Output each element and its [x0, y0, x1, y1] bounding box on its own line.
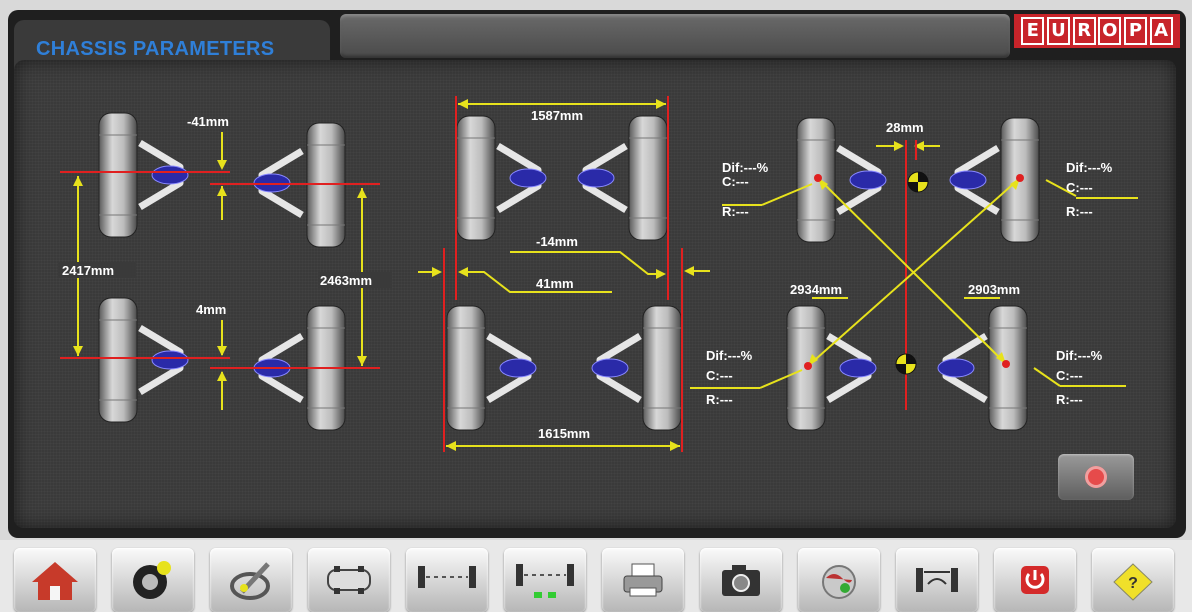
- sensor-icon: [578, 146, 626, 210]
- help-icon: ?: [1113, 563, 1153, 601]
- printer-icon: [623, 563, 663, 597]
- home-icon: [32, 562, 78, 600]
- front-right-r: R:---: [1066, 204, 1093, 219]
- tire-icon: [642, 305, 682, 431]
- tire-icon: [628, 115, 668, 241]
- sensor-icon: [938, 336, 986, 400]
- axle-offset: 28mm: [886, 120, 924, 135]
- power-button[interactable]: [994, 548, 1076, 612]
- sensor-icon: [140, 328, 188, 392]
- diagonal-right: 2903mm: [968, 282, 1020, 297]
- front-left-c: C:---: [722, 174, 749, 189]
- center-rear-offset: 41mm: [536, 276, 574, 291]
- left-wheelbase: 2417mm: [62, 263, 114, 278]
- rear-left-dif: Dif:---%: [706, 348, 753, 363]
- rear-right-dif: Dif:---%: [1056, 348, 1103, 363]
- sensor-icon: [140, 143, 188, 207]
- help-button[interactable]: ?: [1092, 548, 1174, 612]
- left-front-offset: -41mm: [187, 114, 229, 129]
- print-button[interactable]: [602, 548, 684, 612]
- tire-icon: [98, 297, 138, 423]
- right-wheelbase: 2463mm: [320, 273, 372, 288]
- right-diagonal-view: 28mm 2934mm 2903mm Dif:---% C:--- R:--- …: [690, 117, 1138, 431]
- target-icon: [895, 353, 917, 375]
- target-icon: [907, 171, 929, 193]
- tire-icon: [988, 305, 1028, 431]
- camera-button[interactable]: [700, 548, 782, 612]
- sensor-icon: [488, 336, 536, 400]
- tire-icon: [456, 115, 496, 241]
- axle-front-button[interactable]: [406, 548, 488, 612]
- front-track-width: 1587mm: [531, 108, 583, 123]
- axle-front-icon: [418, 566, 476, 588]
- track-width-button[interactable]: [896, 548, 978, 612]
- globe-icon: [822, 565, 856, 599]
- center-front-offset: -14mm: [536, 234, 578, 249]
- steering-wrench-icon: [230, 562, 270, 600]
- tire-button[interactable]: [112, 548, 194, 612]
- left-chassis-view: -41mm 4mm 2417mm 2463mm: [58, 112, 392, 431]
- rear-left-r: R:---: [706, 392, 733, 407]
- home-button[interactable]: [14, 548, 96, 612]
- front-right-c: C:---: [1066, 180, 1093, 195]
- globe-button[interactable]: [798, 548, 880, 612]
- sensor-icon: [498, 146, 546, 210]
- sensor-icon: [838, 148, 886, 212]
- diagonal-left: 2934mm: [790, 282, 842, 297]
- sensor-icon: [592, 336, 640, 400]
- power-icon: [1021, 566, 1049, 594]
- sensor-icon: [950, 148, 998, 212]
- rear-left-c: C:---: [706, 368, 733, 383]
- chassis-diagram: -41mm 4mm 2417mm 2463mm 1587mm -14mm 41m…: [58, 96, 1138, 452]
- track-width-icon: [916, 568, 958, 592]
- close-button[interactable]: [1058, 454, 1134, 500]
- front-left-dif: Dif:---%: [722, 160, 769, 175]
- tire-icon: [133, 561, 171, 599]
- camera-icon: [722, 565, 760, 596]
- rear-right-c: C:---: [1056, 368, 1083, 383]
- tire-icon: [446, 305, 486, 431]
- car-top-button[interactable]: [308, 548, 390, 612]
- rear-track-width: 1615mm: [538, 426, 590, 441]
- axle-rear-button[interactable]: [504, 548, 586, 612]
- svg-text:?: ?: [1128, 575, 1138, 592]
- front-right-dif: Dif:---%: [1066, 160, 1113, 175]
- steering-wrench-button[interactable]: [210, 548, 292, 612]
- axle-rear-icon: [516, 564, 574, 598]
- tire-icon: [98, 112, 138, 238]
- front-left-r: R:---: [722, 204, 749, 219]
- close-icon: [1085, 466, 1107, 488]
- car-top-icon: [327, 566, 371, 594]
- center-track-view: 1587mm -14mm 41mm 1615mm: [418, 96, 710, 452]
- left-rear-offset: 4mm: [196, 302, 226, 317]
- sensor-icon: [828, 336, 876, 400]
- rear-right-r: R:---: [1056, 392, 1083, 407]
